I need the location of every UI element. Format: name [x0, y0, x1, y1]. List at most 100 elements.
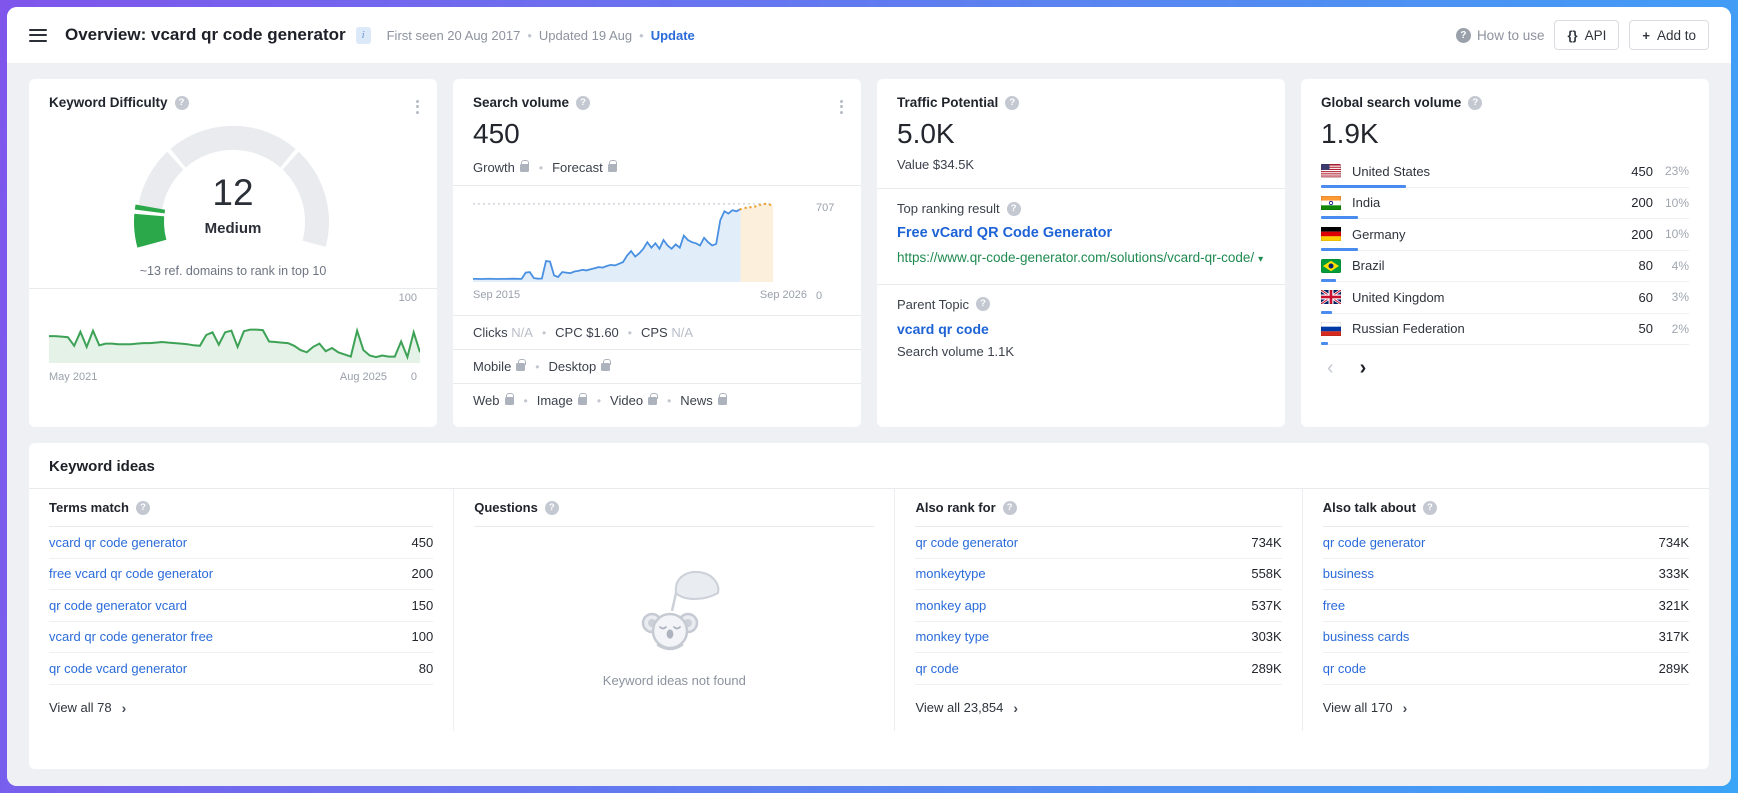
column-header: Also talk about: [1323, 500, 1416, 515]
help-icon[interactable]: ?: [545, 501, 559, 515]
dot-separator: [533, 325, 555, 340]
view-all-terms-match[interactable]: View all 78 ›: [49, 685, 433, 731]
add-to-button[interactable]: + Add to: [1629, 20, 1709, 50]
keyword-link[interactable]: monkey type: [915, 629, 989, 644]
lock-icon: [608, 164, 617, 172]
keyword-row: qr code generator 734K: [1323, 527, 1689, 559]
help-icon[interactable]: ?: [175, 96, 189, 110]
keyword-link[interactable]: qr code: [1323, 661, 1366, 676]
keyword-link[interactable]: vcard qr code generator free: [49, 629, 213, 644]
video-label[interactable]: Video: [610, 393, 643, 408]
column-header: Questions: [474, 500, 538, 515]
chevron-down-icon[interactable]: ▾: [1258, 254, 1263, 265]
country-row: United Kingdom 60 3%: [1321, 282, 1689, 314]
api-button[interactable]: {} API: [1554, 20, 1619, 50]
keyword-link[interactable]: free: [1323, 598, 1345, 613]
card-title: Keyword Difficulty: [49, 95, 168, 110]
column-header: Also rank for: [915, 500, 995, 515]
page-prev-icon[interactable]: ‹: [1327, 357, 1334, 380]
help-icon[interactable]: ?: [1468, 96, 1482, 110]
updated-text: Updated 19 Aug: [539, 28, 632, 43]
country-name: India: [1352, 195, 1380, 210]
keyword-volume: 289K: [1659, 661, 1689, 676]
mobile-desktop-row: Mobile Desktop: [473, 350, 841, 383]
keyword-row: qr code generator vcard 150: [49, 590, 433, 622]
web-label[interactable]: Web: [473, 393, 500, 408]
traffic-potential-value: 5.0K: [897, 118, 1265, 150]
info-icon[interactable]: i: [356, 27, 371, 44]
flag-gb-icon: [1321, 290, 1341, 304]
x-axis-end: Sep 2026: [760, 289, 807, 301]
header-actions: ? How to use {} API + Add to: [1456, 20, 1709, 50]
keyword-volume: 303K: [1251, 629, 1281, 644]
top-ranking-result-link[interactable]: Free vCard QR Code Generator: [897, 225, 1265, 241]
help-icon[interactable]: ?: [1423, 501, 1437, 515]
top-ranking-url[interactable]: https://www.qr-code-generator.com/soluti…: [897, 248, 1265, 268]
keyword-link[interactable]: monkeytype: [915, 566, 985, 581]
kebab-menu-icon[interactable]: [412, 95, 423, 118]
kebab-menu-icon[interactable]: [836, 95, 847, 118]
image-label[interactable]: Image: [537, 393, 573, 408]
keyword-row: business 333K: [1323, 559, 1689, 591]
country-pagination: ‹ ›: [1321, 357, 1689, 380]
country-row: Brazil 80 4%: [1321, 251, 1689, 283]
keyword-difficulty-card: Keyword Difficulty ? 12 Medium ~13 ref. …: [29, 79, 437, 427]
help-icon[interactable]: ?: [1007, 202, 1021, 216]
page-next-icon[interactable]: ›: [1360, 357, 1367, 380]
growth-label[interactable]: Growth: [473, 160, 515, 175]
keyword-link[interactable]: business cards: [1323, 629, 1410, 644]
global-search-volume-card: Global search volume ? 1.9K United State…: [1301, 79, 1709, 427]
flag-br-icon: [1321, 259, 1341, 273]
forecast-label[interactable]: Forecast: [552, 160, 603, 175]
also-rank-for-column: Also rank for ? qr code generator 734K m…: [894, 489, 1301, 731]
lock-icon: [648, 397, 657, 405]
mobile-label[interactable]: Mobile: [473, 359, 511, 374]
country-percent: 10%: [1653, 227, 1689, 241]
keyword-link[interactable]: vcard qr code generator: [49, 535, 187, 550]
update-link[interactable]: Update: [651, 28, 695, 43]
help-icon[interactable]: ?: [976, 297, 990, 311]
kd-level: Medium: [113, 220, 353, 237]
keyword-row: vcard qr code generator free 100: [49, 622, 433, 654]
keyword-row: qr code 289K: [1323, 653, 1689, 685]
question-icon: ?: [1456, 28, 1471, 43]
flag-de-icon: [1321, 227, 1341, 241]
news-label[interactable]: News: [680, 393, 713, 408]
traffic-value-label: Value $34.5K: [897, 157, 1265, 172]
keyword-link[interactable]: monkey app: [915, 598, 986, 613]
keyword-link[interactable]: qr code: [915, 661, 958, 676]
kd-score: 12: [113, 172, 353, 214]
top-header: Overview: vcard qr code generator i Firs…: [7, 7, 1731, 63]
cpc-value: $1.60: [586, 325, 619, 340]
keyword-ideas-title: Keyword ideas: [29, 443, 1709, 488]
desktop-label[interactable]: Desktop: [549, 359, 597, 374]
keyword-link[interactable]: free vcard qr code generator: [49, 566, 213, 581]
keyword-link[interactable]: qr code vcard generator: [49, 661, 187, 676]
serp-types-row: Web Image Video News: [473, 384, 841, 417]
view-all-also-rank-for[interactable]: View all 23,854 ›: [915, 685, 1281, 731]
dot-separator: [530, 160, 552, 175]
help-icon[interactable]: ?: [576, 96, 590, 110]
terms-match-column: Terms match ? vcard qr code generator 45…: [29, 489, 453, 731]
keyword-link[interactable]: qr code generator: [915, 535, 1018, 550]
how-to-use-link[interactable]: ? How to use: [1456, 28, 1545, 43]
search-volume-line-chart: [473, 198, 773, 282]
keyword-link[interactable]: qr code generator vcard: [49, 598, 187, 613]
plus-icon: +: [1642, 28, 1650, 43]
hamburger-menu-icon[interactable]: [29, 25, 47, 45]
country-row: Germany 200 10%: [1321, 219, 1689, 251]
keyword-row: vcard qr code generator 450: [49, 527, 433, 559]
view-all-also-talk-about[interactable]: View all 170 ›: [1323, 685, 1689, 731]
lock-icon: [516, 363, 525, 371]
country-list: United States 450 23% India 200 10%: [1321, 156, 1689, 345]
help-icon[interactable]: ?: [1003, 501, 1017, 515]
keyword-link[interactable]: business: [1323, 566, 1374, 581]
help-icon[interactable]: ?: [1005, 96, 1019, 110]
card-title: Global search volume: [1321, 95, 1461, 110]
chevron-right-icon: ›: [122, 700, 127, 716]
country-row: United States 450 23%: [1321, 156, 1689, 188]
help-icon[interactable]: ?: [136, 501, 150, 515]
braces-icon: {}: [1567, 28, 1577, 43]
keyword-link[interactable]: qr code generator: [1323, 535, 1426, 550]
parent-topic-link[interactable]: vcard qr code: [897, 321, 1265, 337]
